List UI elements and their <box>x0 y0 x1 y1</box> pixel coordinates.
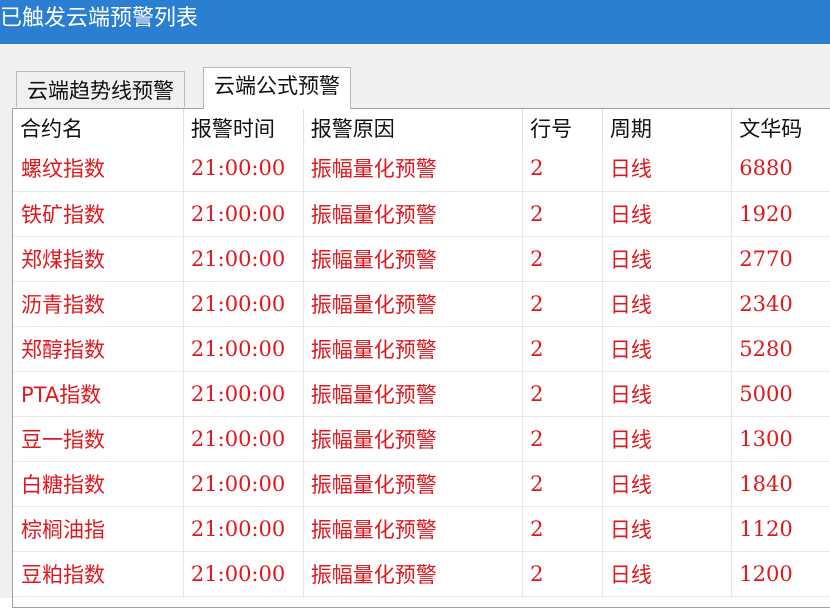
cell-contract-name: 棕榈油指 <box>13 506 184 552</box>
table-row[interactable]: 棕榈油指 21:00:00 振幅量化预警 2 日线 1120 <box>13 506 830 552</box>
cell-alert-reason: 振幅量化预警 <box>303 236 524 282</box>
cell-line-number: 2 <box>522 461 603 507</box>
cell-alert-reason: 振幅量化预警 <box>303 416 524 462</box>
column-header-alert-time[interactable]: 报警时间 <box>183 109 304 146</box>
cell-alert-time: 21:00:00 <box>183 236 304 282</box>
cell-line-number: 2 <box>522 506 603 552</box>
cell-alert-reason: 振幅量化预警 <box>303 551 524 597</box>
cell-alert-reason: 振幅量化预警 <box>303 326 524 372</box>
cell-contract-name: 郑煤指数 <box>13 236 184 282</box>
cell-alert-time: 21:00:00 <box>183 416 304 462</box>
column-header-line-number[interactable]: 行号 <box>522 109 603 146</box>
cell-alert-time: 21:00:00 <box>183 506 304 552</box>
cell-period: 日线 <box>602 191 733 237</box>
cell-wenhua-code: 1120 <box>731 506 830 552</box>
table-row[interactable]: 铁矿指数 21:00:00 振幅量化预警 2 日线 1920 <box>13 191 830 237</box>
cell-alert-reason: 振幅量化预警 <box>303 461 524 507</box>
table-row[interactable]: 郑醇指数 21:00:00 振幅量化预警 2 日线 5280 <box>13 326 830 372</box>
table-row[interactable]: 白糖指数 21:00:00 振幅量化预警 2 日线 1840 <box>13 461 830 507</box>
cell-period: 日线 <box>602 506 733 552</box>
tab-cloud-trendline-alerts[interactable]: 云端趋势线预警 <box>16 71 185 107</box>
cell-wenhua-code: 1200 <box>731 551 830 597</box>
cell-alert-time: 21:00:00 <box>183 281 304 327</box>
alert-table-container: 合约名 报警时间 报警原因 行号 周期 文华码 螺纹指数 21:00:00 振幅… <box>12 108 830 608</box>
cell-wenhua-code: 1300 <box>731 416 830 462</box>
table-row[interactable]: 豆一指数 21:00:00 振幅量化预警 2 日线 1300 <box>13 416 830 462</box>
cell-alert-time: 21:00:00 <box>183 146 304 192</box>
column-header-wenhua-code[interactable]: 文华码 <box>731 109 830 146</box>
cell-line-number: 2 <box>522 551 603 597</box>
cell-period: 日线 <box>602 146 733 192</box>
cell-line-number: 2 <box>522 416 603 462</box>
cell-period: 日线 <box>602 281 733 327</box>
column-header-period[interactable]: 周期 <box>602 109 733 146</box>
cell-alert-time: 21:00:00 <box>183 191 304 237</box>
cell-period: 日线 <box>602 551 733 597</box>
column-header-alert-reason[interactable]: 报警原因 <box>303 109 524 146</box>
table-header-row: 合约名 报警时间 报警原因 行号 周期 文华码 <box>13 109 830 146</box>
cell-period: 日线 <box>602 416 733 462</box>
cell-line-number: 2 <box>522 326 603 372</box>
cell-contract-name: 白糖指数 <box>13 461 184 507</box>
cell-contract-name: 郑醇指数 <box>13 326 184 372</box>
cell-wenhua-code: 6880 <box>731 146 830 192</box>
cell-wenhua-code: 5000 <box>731 371 830 417</box>
cell-contract-name: 螺纹指数 <box>13 146 184 192</box>
alert-table: 合约名 报警时间 报警原因 行号 周期 文华码 螺纹指数 21:00:00 振幅… <box>13 109 830 597</box>
cell-wenhua-code: 5280 <box>731 326 830 372</box>
cell-alert-reason: 振幅量化预警 <box>303 506 524 552</box>
cell-contract-name: 铁矿指数 <box>13 191 184 237</box>
cell-wenhua-code: 1840 <box>731 461 830 507</box>
cell-alert-time: 21:00:00 <box>183 371 304 417</box>
cell-line-number: 2 <box>522 281 603 327</box>
table-row[interactable]: 郑煤指数 21:00:00 振幅量化预警 2 日线 2770 <box>13 236 830 282</box>
cell-period: 日线 <box>602 236 733 282</box>
cell-wenhua-code: 1920 <box>731 191 830 237</box>
cell-alert-time: 21:00:00 <box>183 551 304 597</box>
table-row[interactable]: 螺纹指数 21:00:00 振幅量化预警 2 日线 6880 <box>13 146 830 192</box>
cell-line-number: 2 <box>522 146 603 192</box>
table-row[interactable]: PTA指数 21:00:00 振幅量化预警 2 日线 5000 <box>13 371 830 417</box>
cell-period: 日线 <box>602 326 733 372</box>
cell-alert-reason: 振幅量化预警 <box>303 191 524 237</box>
cell-contract-name: 豆一指数 <box>13 416 184 462</box>
window-title: 已触发云端预警列表 <box>0 0 830 44</box>
cell-alert-time: 21:00:00 <box>183 461 304 507</box>
table-row[interactable]: 沥青指数 21:00:00 振幅量化预警 2 日线 2340 <box>13 281 830 327</box>
tab-cloud-formula-alerts[interactable]: 云端公式预警 <box>203 67 351 109</box>
cell-contract-name: 沥青指数 <box>13 281 184 327</box>
cell-wenhua-code: 2770 <box>731 236 830 282</box>
cell-line-number: 2 <box>522 371 603 417</box>
cell-alert-reason: 振幅量化预警 <box>303 371 524 417</box>
cell-alert-reason: 振幅量化预警 <box>303 146 524 192</box>
cell-period: 日线 <box>602 461 733 507</box>
cell-contract-name: 豆粕指数 <box>13 551 184 597</box>
cell-wenhua-code: 2340 <box>731 281 830 327</box>
column-header-contract-name[interactable]: 合约名 <box>13 109 184 146</box>
cell-alert-reason: 振幅量化预警 <box>303 281 524 327</box>
cell-line-number: 2 <box>522 236 603 282</box>
cell-contract-name: PTA指数 <box>13 371 184 417</box>
table-row[interactable]: 豆粕指数 21:00:00 振幅量化预警 2 日线 1200 <box>13 551 830 597</box>
cell-period: 日线 <box>602 371 733 417</box>
cell-alert-time: 21:00:00 <box>183 326 304 372</box>
cell-line-number: 2 <box>522 191 603 237</box>
